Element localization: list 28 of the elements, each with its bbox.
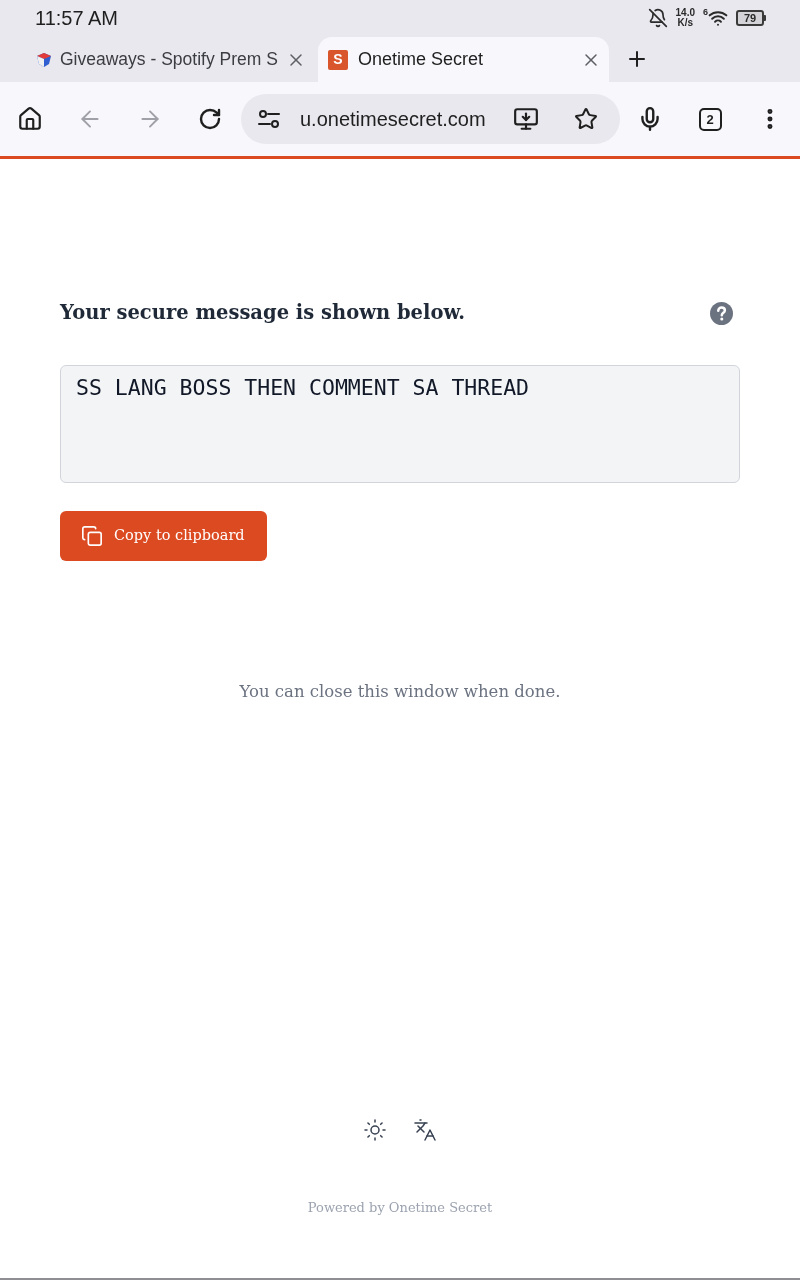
home-icon[interactable]	[17, 106, 43, 132]
site-favicon-icon: S	[328, 49, 348, 70]
bell-off-icon	[647, 8, 668, 28]
star-icon[interactable]	[573, 107, 598, 131]
reload-icon[interactable]	[198, 107, 222, 131]
copy-to-clipboard-button[interactable]: Copy to clipboard	[60, 511, 267, 561]
theme-toggle-icon[interactable]	[363, 1118, 387, 1142]
help-icon[interactable]	[710, 301, 733, 325]
copy-icon	[81, 525, 103, 547]
address-bar[interactable]: u.onetimesecret.com	[241, 94, 620, 144]
url-text[interactable]: u.onetimesecret.com	[300, 104, 486, 134]
battery-level-text: 79	[743, 12, 757, 24]
close-window-note: You can close this window when done.	[238, 681, 562, 703]
secret-message-field[interactable]: SS LANG BOSS THEN COMMENT SA THREAD	[60, 365, 740, 483]
install-app-icon[interactable]	[512, 106, 539, 132]
translate-icon[interactable]	[413, 1118, 437, 1142]
wifi-badge-text: 6	[703, 8, 708, 17]
tune-icon[interactable]	[258, 110, 280, 128]
browser-tab[interactable]: Giveaways - Spotify Prem S	[30, 37, 314, 82]
network-speed-unit: K/s	[677, 18, 694, 28]
page-heading: Your secure message is shown below.	[60, 300, 465, 326]
status-time: 11:57 AM	[35, 6, 119, 31]
cube-icon	[36, 51, 52, 68]
tab-switcher-button[interactable]: 2	[698, 107, 722, 131]
powered-by-text: Powered by Onetime Secret	[307, 1199, 493, 1217]
wifi-icon	[708, 8, 728, 28]
network-speed-text: 14.0	[675, 8, 695, 18]
browser-tab[interactable]: S Onetime Secret	[318, 37, 609, 82]
